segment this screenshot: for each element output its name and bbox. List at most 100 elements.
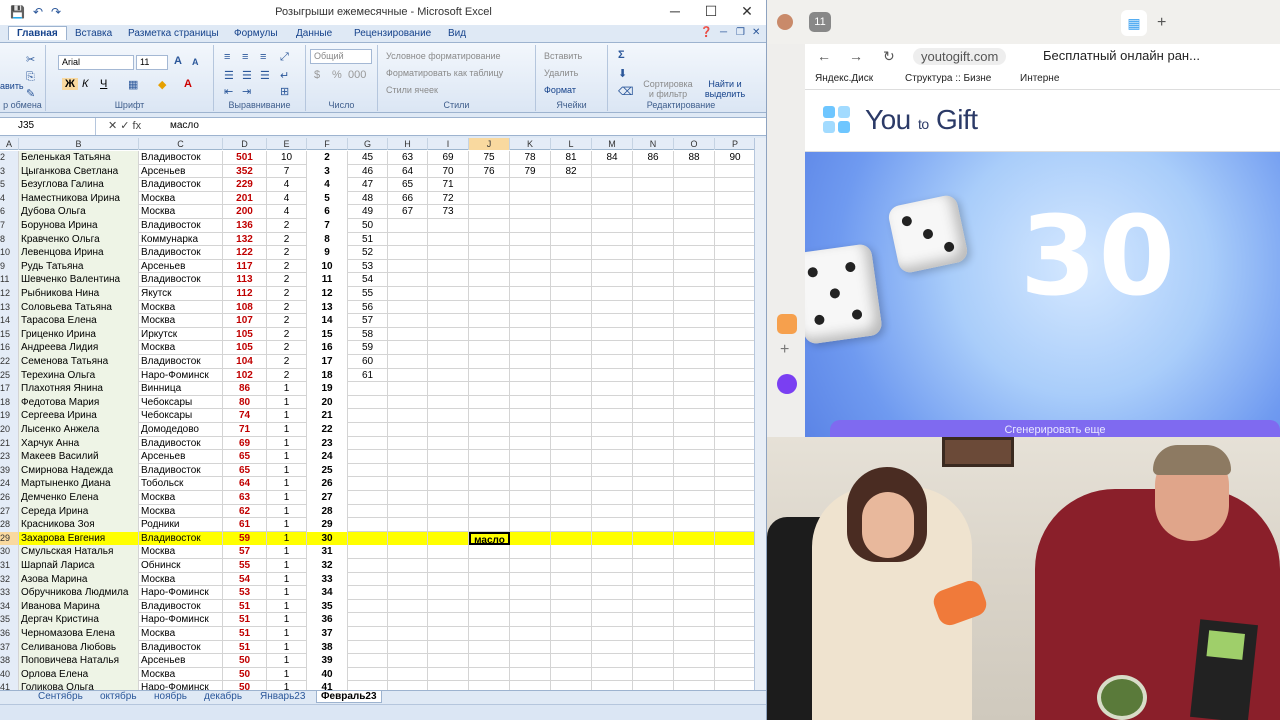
cell[interactable] [715, 165, 754, 179]
cell[interactable] [510, 314, 551, 328]
underline-icon[interactable]: Ч [100, 78, 107, 90]
cell[interactable] [428, 559, 469, 573]
row-header[interactable]: 40 [0, 667, 19, 682]
cell[interactable]: Черномазова Елена [19, 627, 139, 641]
cell[interactable] [592, 178, 633, 192]
cell[interactable]: 11 [307, 273, 348, 287]
cell[interactable] [592, 341, 633, 355]
sheet-tab[interactable]: декабрь [200, 691, 246, 702]
cell[interactable] [428, 382, 469, 396]
cell[interactable] [469, 273, 510, 287]
cell[interactable] [510, 355, 551, 369]
cell[interactable]: 2 [267, 355, 307, 369]
cell[interactable]: 4 [307, 178, 348, 192]
cell[interactable] [510, 667, 551, 682]
cell[interactable]: 1 [267, 599, 307, 614]
cell[interactable] [715, 573, 754, 587]
cell[interactable] [715, 491, 754, 505]
row-header[interactable]: 37 [0, 640, 19, 655]
cell[interactable] [633, 409, 674, 423]
cell[interactable] [674, 232, 715, 247]
cell[interactable] [551, 382, 592, 396]
cell[interactable] [348, 477, 388, 491]
cell[interactable] [592, 681, 633, 690]
bold-icon[interactable]: Ж [62, 78, 78, 90]
cell[interactable] [633, 559, 674, 573]
cell[interactable] [388, 599, 428, 614]
cell[interactable] [469, 504, 510, 519]
reload-icon[interactable]: ↻ [883, 48, 895, 65]
cell[interactable] [510, 491, 551, 505]
cell[interactable] [469, 232, 510, 247]
cell[interactable] [510, 504, 551, 519]
cell[interactable] [348, 382, 388, 396]
cell[interactable]: 28 [307, 504, 348, 519]
cell[interactable] [388, 232, 428, 247]
cell[interactable]: Орлова Елена [19, 667, 139, 682]
cell[interactable]: 1 [267, 572, 307, 587]
cell[interactable]: 65 [223, 463, 267, 478]
cell[interactable] [469, 191, 510, 206]
row-header[interactable]: 21 [0, 436, 19, 451]
row-header[interactable]: 26 [0, 491, 19, 505]
cell[interactable]: 57 [348, 314, 388, 328]
conditional-format-button[interactable]: Условное форматирование [386, 51, 501, 61]
cell[interactable] [469, 667, 510, 682]
cell[interactable]: 1 [267, 436, 307, 451]
tab-review[interactable]: Рецензирование [354, 28, 431, 39]
cell[interactable] [674, 586, 715, 600]
cell[interactable] [592, 327, 633, 342]
column-header-j[interactable]: J [469, 138, 510, 150]
cell[interactable] [633, 287, 674, 301]
cell[interactable] [715, 341, 754, 355]
cell[interactable] [469, 341, 510, 355]
align-bottom-icon[interactable]: ≡ [260, 51, 266, 63]
cell[interactable]: 2 [267, 300, 307, 315]
cell[interactable] [348, 667, 388, 682]
cell[interactable] [428, 667, 469, 682]
cell[interactable] [551, 654, 592, 668]
cell[interactable] [674, 191, 715, 206]
cell[interactable]: 86 [223, 382, 267, 396]
cell[interactable] [551, 191, 592, 206]
cell[interactable] [633, 654, 674, 668]
cell[interactable] [348, 518, 388, 532]
find-select-button[interactable]: Найти и выделить [700, 79, 750, 99]
cell[interactable]: 34 [307, 586, 348, 600]
cell[interactable]: 65 [223, 450, 267, 464]
cell[interactable] [592, 531, 633, 546]
cell[interactable] [592, 219, 633, 233]
cell[interactable]: 113 [223, 273, 267, 287]
add-panel-icon[interactable]: + [780, 341, 789, 359]
row-header[interactable]: 25 [0, 368, 19, 383]
cell[interactable]: Владивосток [139, 531, 223, 546]
cell[interactable] [469, 640, 510, 655]
cell[interactable] [388, 300, 428, 315]
column-header-a[interactable]: A [0, 138, 19, 150]
cell[interactable]: 33 [307, 572, 348, 587]
cell[interactable]: 1 [267, 531, 307, 546]
cell[interactable] [592, 477, 633, 491]
cell[interactable] [428, 259, 469, 274]
row-header[interactable]: 22 [0, 355, 19, 369]
cell[interactable]: 29 [307, 518, 348, 532]
cell[interactable]: 59 [348, 341, 388, 355]
cell[interactable] [674, 423, 715, 437]
cell[interactable] [469, 219, 510, 233]
cell[interactable]: Владивосток [139, 463, 223, 478]
cell[interactable] [633, 586, 674, 600]
cell[interactable] [633, 259, 674, 274]
cell[interactable]: 132 [223, 232, 267, 247]
cell[interactable]: Москва [139, 341, 223, 355]
cell[interactable] [428, 287, 469, 301]
sheet-tab[interactable]: Январь23 [256, 691, 309, 702]
cell[interactable]: Москва [139, 300, 223, 315]
cell[interactable]: 10 [307, 259, 348, 274]
cell[interactable] [469, 355, 510, 369]
row-header[interactable]: 31 [0, 559, 19, 573]
cell[interactable] [551, 287, 592, 301]
cell[interactable]: 26 [307, 477, 348, 491]
cell[interactable]: Смирнова Надежда [19, 463, 139, 478]
close-button[interactable]: ✕ [732, 3, 762, 20]
cell[interactable] [469, 287, 510, 301]
